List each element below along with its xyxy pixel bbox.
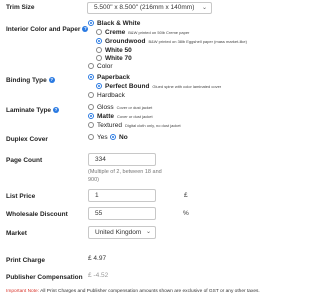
trim-size-select[interactable]: 5.500" x 8.500" (216mm x 140mm) ⌄ [87,2,212,14]
radio-duplex-yes[interactable]: Yes [88,134,108,141]
footer-text: All Print Charges and Publisher compensa… [39,289,260,294]
radio-dot [88,134,94,140]
radio-duplex-no[interactable]: No [110,134,128,141]
important-note-label: Important Note: [6,289,40,294]
radio-dot [88,92,94,98]
market-label: Market [6,230,27,237]
market-value: United Kingdom [95,229,142,236]
radio-paperback[interactable]: Paperback [88,74,130,81]
radio-color[interactable]: Color [88,63,113,70]
duplex-label: Duplex Cover [6,136,48,143]
binding-label: Binding Type? [6,77,55,84]
radio-black-white[interactable]: Black & White [88,20,140,27]
publisher-comp-value: £ -4.52 [88,272,109,279]
radio-perfect-bound[interactable]: Perfect Bound Glued spine with color lami… [96,83,221,90]
page-count-label: Page Count [6,157,43,164]
radio-dot [96,83,102,89]
footer-note: Important Note: All Print Charges and Pu… [6,289,260,294]
laminate-label: Laminate Type? [6,107,60,114]
radio-dot [96,47,102,53]
list-price-label: List Price [6,193,36,200]
help-icon[interactable]: ? [48,77,55,83]
trim-size-value: 5.500" x 8.500" (216mm x 140mm) [94,4,195,11]
page-count-hint: (Multiple of 2, between 18 and 900) [88,169,162,183]
percent-unit: % [183,210,189,217]
radio-white-70[interactable]: White 70 [96,55,132,62]
chevron-down-icon: ⌄ [145,229,151,235]
radio-dot [88,122,94,128]
market-select[interactable]: United Kingdom ⌄ [88,226,156,239]
radio-dot [88,63,94,69]
print-charge-value: £ 4.97 [88,255,107,262]
radio-textured[interactable]: Textured Digital cloth only, no dust jack… [88,122,181,129]
interior-label: Interior Color and Paper? [6,26,89,33]
list-price-input[interactable]: 1 [88,189,156,202]
radio-dot [96,38,102,44]
page-count-input[interactable]: 334 [88,153,156,166]
radio-dot [88,20,94,26]
trim-size-label: Trim Size [6,4,35,11]
wholesale-label: Wholesale Discount [6,211,68,218]
chevron-down-icon: ⌄ [201,5,207,11]
radio-hardback[interactable]: Hardback [88,92,125,99]
radio-gloss[interactable]: Gloss Cover or dust jacket [88,104,152,111]
radio-groundwood[interactable]: Groundwood B&W printed on 38lb Eggshell p… [96,38,247,45]
radio-dot [88,104,94,110]
radio-dot [88,113,94,119]
radio-dot [96,29,102,35]
currency-unit: £ [184,192,188,199]
radio-dot [88,74,94,80]
help-icon[interactable]: ? [53,107,60,113]
radio-dot [96,55,102,61]
radio-matte[interactable]: Matte Cover or dust jacket [88,113,153,120]
radio-dot [110,134,116,140]
wholesale-input[interactable]: 55 [88,207,156,220]
print-charge-label: Print Charge [6,257,46,264]
radio-white-50[interactable]: White 50 [96,47,132,54]
publisher-comp-label: Publisher Compensation [6,274,83,281]
radio-creme[interactable]: Creme B&W printed on 50lb Creme paper [96,29,189,36]
